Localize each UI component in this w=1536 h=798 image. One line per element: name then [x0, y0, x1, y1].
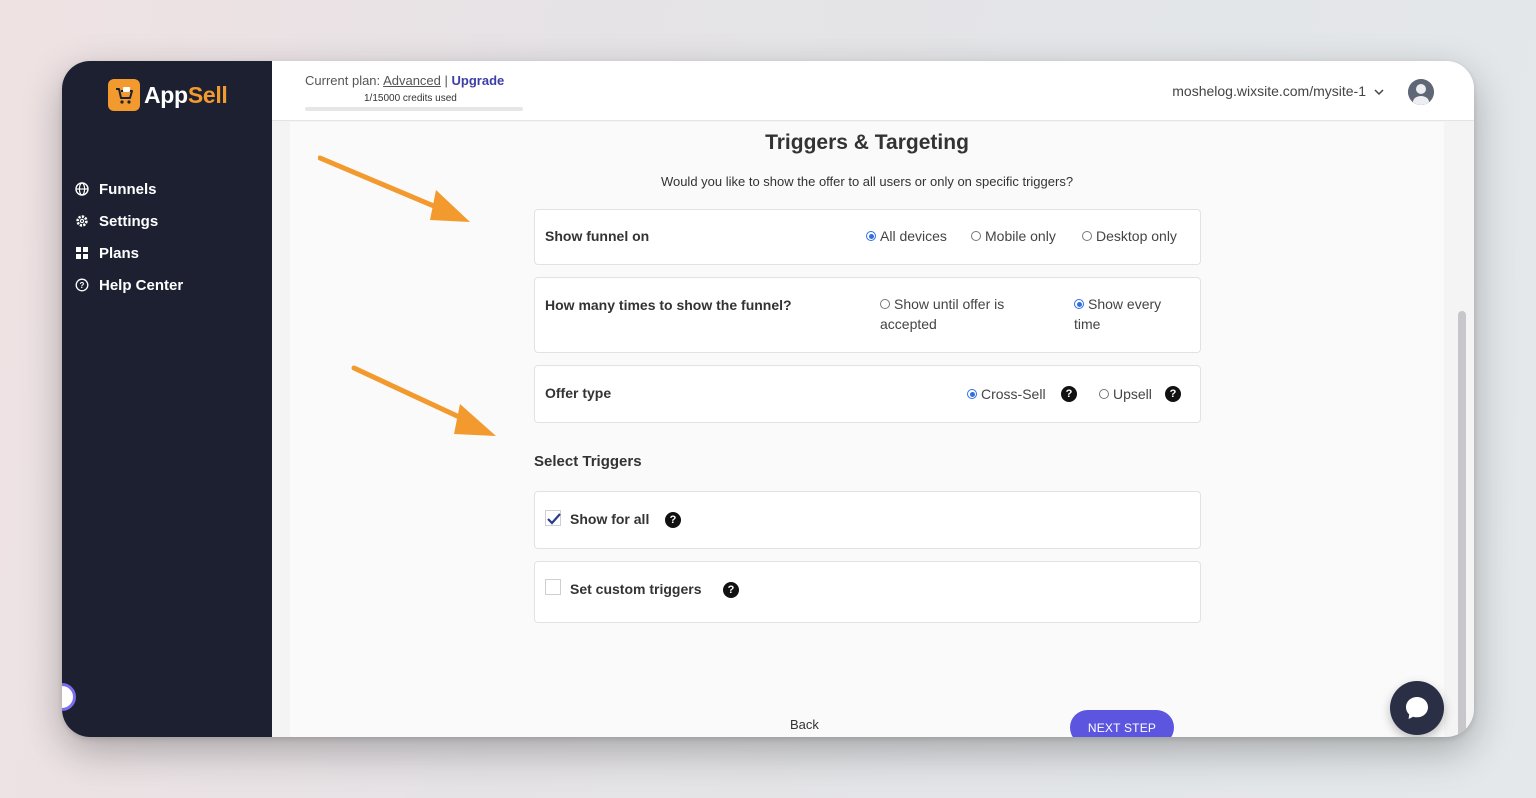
brand-name: AppSell — [144, 82, 228, 109]
show-for-all-label: Show for all — [570, 511, 650, 527]
gear-icon — [74, 214, 89, 229]
cart-logo-icon — [108, 79, 140, 111]
radio-mobile-only[interactable]: Mobile only — [971, 226, 1056, 246]
radio-label: Show until offer is accepted — [880, 294, 1005, 334]
sidebar-nav: Funnels Settings Plans ? Help Center — [74, 173, 183, 301]
annotation-arrow-icon — [318, 155, 470, 222]
radio-label: Mobile only — [985, 228, 1056, 244]
svg-text:?: ? — [79, 281, 84, 290]
page-title: Triggers & Targeting — [765, 131, 969, 154]
sidebar-item-label: Plans — [99, 244, 140, 262]
grid-icon — [74, 246, 89, 261]
radio-dot-selected — [967, 389, 977, 399]
radio-label: Show every time — [1074, 294, 1162, 334]
custom-triggers-card: Set custom triggers ? — [534, 561, 1201, 623]
offer-type-card: Offer type Cross-Sell ? Upsell ? — [534, 365, 1201, 423]
select-triggers-heading: Select Triggers — [534, 453, 642, 470]
globe-icon — [74, 182, 89, 197]
next-step-button[interactable]: NEXT STEP — [1070, 710, 1174, 737]
frequency-card: How many times to show the funnel? Show … — [534, 277, 1201, 353]
annotation-arrow-icon — [351, 365, 496, 436]
avatar[interactable] — [1408, 79, 1434, 105]
radio-show-until-accepted[interactable]: Show until offer is accepted — [880, 294, 1004, 334]
brand-sell: Sell — [187, 81, 228, 108]
radio-label-line: Show until offer is — [894, 296, 1005, 312]
checkmark-icon — [547, 513, 561, 525]
show-for-all-checkbox[interactable] — [545, 510, 561, 526]
radio-label-line: accepted — [880, 316, 937, 332]
upgrade-link[interactable]: Upgrade — [452, 73, 505, 88]
radio-label: Desktop only — [1096, 228, 1177, 244]
upsell-help-icon[interactable]: ? — [1165, 386, 1181, 402]
sidebar-item-settings[interactable]: Settings — [74, 205, 183, 237]
site-name: moshelog.wixsite.com/mysite-1 — [1172, 83, 1366, 99]
radio-dot — [880, 299, 890, 309]
radio-label-line: time — [1074, 316, 1101, 332]
cross-sell-help-icon[interactable]: ? — [1061, 386, 1077, 402]
brand-app: App — [144, 81, 188, 108]
radio-upsell[interactable]: Upsell — [1099, 384, 1152, 404]
radio-dot-selected — [866, 231, 876, 241]
main-content: Triggers & Targeting Would you like to s… — [290, 122, 1444, 737]
current-plan: Current plan: Advanced | Upgrade — [305, 73, 504, 88]
help-circle-icon: ? — [74, 278, 89, 293]
show-for-all-help-icon[interactable]: ? — [665, 512, 681, 528]
sidebar: AppSell Funnels Settings Plans ? Help Ce… — [62, 61, 272, 737]
plan-prefix: Current plan: — [305, 73, 381, 88]
radio-desktop-only[interactable]: Desktop only — [1082, 226, 1177, 246]
app-window: AppSell Funnels Settings Plans ? Help Ce… — [62, 61, 1474, 737]
sidebar-item-label: Funnels — [99, 180, 157, 198]
chat-bubble-icon — [1406, 697, 1428, 719]
custom-triggers-help-icon[interactable]: ? — [723, 582, 739, 598]
appsell-logo[interactable]: AppSell — [108, 79, 228, 111]
radio-label: Cross-Sell — [981, 386, 1046, 402]
credits-used: 1/15000 credits used — [364, 93, 457, 104]
radio-label: All devices — [880, 228, 947, 244]
frequency-label: How many times to show the funnel? — [545, 297, 792, 313]
sidebar-item-help-center[interactable]: ? Help Center — [74, 269, 183, 301]
sidebar-item-plans[interactable]: Plans — [74, 237, 183, 269]
scrollbar-thumb[interactable] — [1458, 311, 1466, 737]
show-funnel-card: Show funnel on All devices Mobile only D… — [534, 209, 1201, 265]
radio-dot — [1082, 231, 1092, 241]
plan-separator: | — [444, 73, 448, 88]
sidebar-item-funnels[interactable]: Funnels — [74, 173, 183, 205]
radio-all-devices[interactable]: All devices — [866, 226, 947, 246]
radio-cross-sell[interactable]: Cross-Sell — [967, 384, 1046, 404]
show-funnel-label: Show funnel on — [545, 228, 650, 244]
radio-show-every-time[interactable]: Show every time — [1074, 294, 1161, 334]
offer-type-label: Offer type — [545, 385, 612, 401]
credits-progress-bar — [305, 107, 523, 111]
chat-launcher-button[interactable] — [1390, 681, 1444, 735]
plan-name-link[interactable]: Advanced — [383, 73, 441, 88]
radio-dot-selected — [1074, 299, 1084, 309]
top-bar: Current plan: Advanced | Upgrade 1/15000… — [272, 61, 1474, 121]
widget-bubble-icon[interactable] — [62, 683, 76, 711]
custom-triggers-checkbox[interactable] — [545, 579, 561, 595]
radio-label: Upsell — [1113, 386, 1152, 402]
show-for-all-card: Show for all ? — [534, 491, 1201, 549]
radio-label-line: Show every — [1088, 296, 1162, 312]
radio-dot — [971, 231, 981, 241]
back-button[interactable]: Back — [790, 717, 819, 732]
sidebar-item-label: Help Center — [99, 276, 184, 294]
custom-triggers-label: Set custom triggers — [570, 581, 702, 597]
sidebar-item-label: Settings — [99, 212, 159, 230]
radio-dot — [1099, 389, 1109, 399]
chevron-down-icon — [1374, 83, 1384, 99]
site-selector[interactable]: moshelog.wixsite.com/mysite-1 — [1172, 83, 1384, 99]
